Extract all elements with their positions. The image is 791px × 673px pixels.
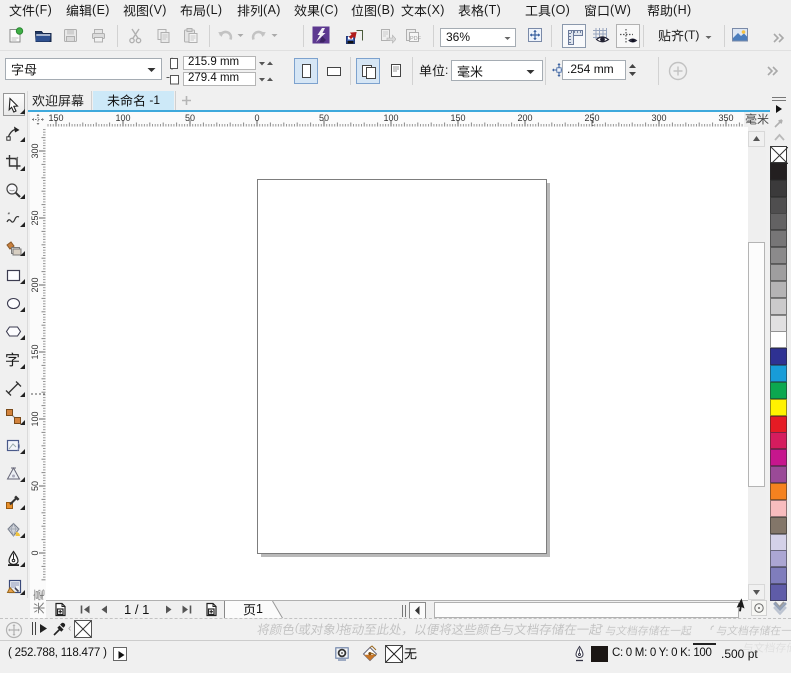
svg-text:200: 200	[30, 277, 40, 292]
svg-text:50: 50	[185, 113, 195, 123]
svg-text:50: 50	[319, 113, 329, 123]
svg-text:PDF: PDF	[410, 36, 421, 42]
svg-text:150: 150	[450, 113, 465, 123]
svg-text:50: 50	[30, 481, 40, 491]
svg-text:100: 100	[115, 113, 130, 123]
svg-text:300: 300	[651, 113, 666, 123]
svg-text:0: 0	[30, 550, 40, 555]
svg-text:200: 200	[517, 113, 532, 123]
svg-text:250: 250	[30, 210, 40, 225]
svg-text:300: 300	[30, 143, 40, 158]
svg-text:150: 150	[48, 113, 63, 123]
svg-text:100: 100	[30, 411, 40, 426]
svg-text:250: 250	[584, 113, 599, 123]
svg-text:0: 0	[254, 113, 259, 123]
svg-text:100: 100	[383, 113, 398, 123]
svg-text:150: 150	[30, 344, 40, 359]
svg-text:350: 350	[718, 113, 733, 123]
